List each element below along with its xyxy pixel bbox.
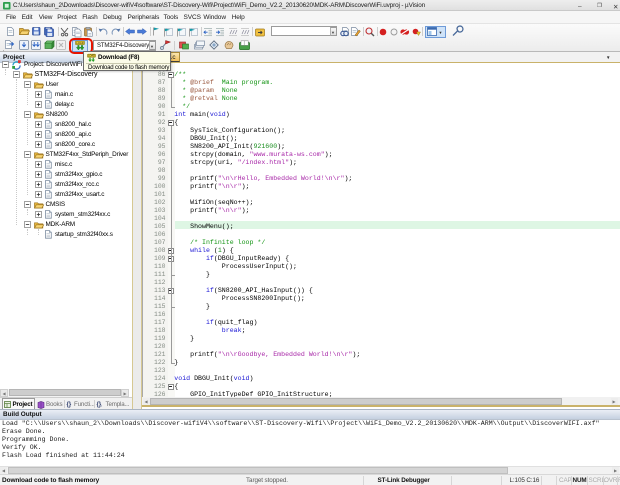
svg-text:LOAD: LOAD: [88, 53, 95, 57]
